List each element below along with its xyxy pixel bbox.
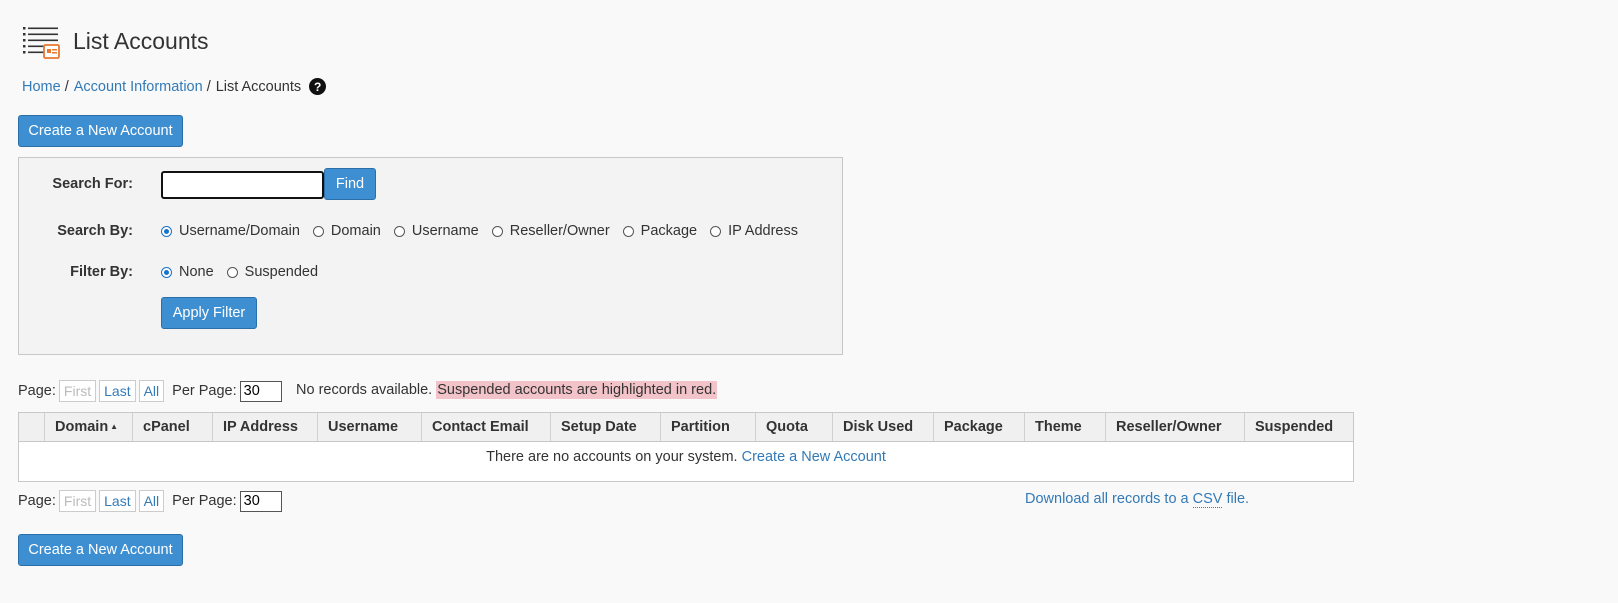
- suspended-highlight-note: Suspended accounts are highlighted in re…: [436, 381, 718, 399]
- radio-checked[interactable]: [161, 266, 172, 278]
- column-header-disk-used[interactable]: Disk Used: [832, 413, 933, 441]
- pager-first-button: First: [58, 490, 97, 512]
- search-by-package[interactable]: Package: [622, 223, 697, 239]
- search-input[interactable]: [161, 171, 324, 199]
- filter-by-label: Filter By:: [70, 264, 133, 280]
- column-header-username[interactable]: Username: [317, 413, 421, 441]
- empty-table-text: There are no accounts on your system.: [486, 449, 738, 465]
- column-header-ip-address[interactable]: IP Address: [212, 413, 317, 441]
- breadcrumb: Home / Account Information / List Accoun…: [22, 78, 327, 95]
- search-for-label: Search For:: [52, 176, 133, 192]
- list-accounts-icon: [22, 24, 62, 62]
- table-header: Domain ▲ cPanel IP Address Username Conta…: [19, 413, 1353, 442]
- column-header-suspended[interactable]: Suspended: [1244, 413, 1352, 441]
- pager-bottom: Page: First Last All Per Page:: [18, 490, 282, 512]
- radio[interactable]: [312, 225, 324, 237]
- pager-last-button[interactable]: Last: [99, 380, 136, 402]
- per-page-input[interactable]: [239, 490, 282, 512]
- column-header-partition[interactable]: Partition: [660, 413, 755, 441]
- per-page-label: Per Page:: [172, 493, 237, 509]
- pager-last-button[interactable]: Last: [99, 490, 136, 512]
- radio[interactable]: [710, 225, 722, 237]
- search-by-username-domain[interactable]: Username/Domain: [161, 223, 300, 239]
- accounts-table: Domain ▲ cPanel IP Address Username Conta…: [18, 412, 1354, 482]
- create-account-button-top[interactable]: Create a New Account: [18, 115, 183, 147]
- column-header-select: [19, 413, 44, 441]
- search-panel: Search For: Find Search By: Username/Dom…: [18, 157, 843, 355]
- column-header-domain[interactable]: Domain ▲: [44, 413, 132, 441]
- pager-all-button[interactable]: All: [138, 490, 165, 512]
- radio[interactable]: [491, 225, 503, 237]
- breadcrumb-account-information-link[interactable]: Account Information: [74, 79, 203, 95]
- radio-checked[interactable]: [161, 225, 172, 237]
- page-label: Page:: [18, 493, 56, 509]
- radio[interactable]: [393, 225, 405, 237]
- radio[interactable]: [226, 266, 238, 278]
- radio[interactable]: [622, 225, 634, 237]
- pager-first-button: First: [58, 380, 97, 402]
- per-page-input[interactable]: [239, 380, 282, 402]
- no-records-text: No records available.: [296, 382, 433, 398]
- breadcrumb-separator: /: [64, 78, 69, 95]
- filter-by-suspended[interactable]: Suspended: [226, 264, 318, 280]
- column-header-contact-email[interactable]: Contact Email: [421, 413, 550, 441]
- pager-all-button[interactable]: All: [138, 380, 165, 402]
- search-by-reseller-owner[interactable]: Reseller/Owner: [491, 223, 610, 239]
- filter-by-radio-group: None Suspended: [161, 264, 331, 280]
- apply-filter-button[interactable]: Apply Filter: [161, 297, 257, 329]
- find-button[interactable]: Find: [324, 168, 376, 200]
- search-by-label: Search By:: [57, 223, 133, 239]
- search-by-radio-group: Username/Domain Domain Username Reseller…: [161, 223, 811, 239]
- column-header-setup-date[interactable]: Setup Date: [550, 413, 660, 441]
- breadcrumb-current: List Accounts: [215, 78, 302, 95]
- empty-table-row: There are no accounts on your system. Cr…: [19, 442, 1353, 480]
- records-notice: No records available. Suspended accounts…: [296, 381, 718, 399]
- column-header-reseller-owner[interactable]: Reseller/Owner: [1105, 413, 1244, 441]
- create-account-button-bottom[interactable]: Create a New Account: [18, 534, 183, 566]
- breadcrumb-home-link[interactable]: Home: [22, 79, 61, 95]
- help-icon[interactable]: ?: [309, 78, 327, 95]
- download-csv-link[interactable]: Download all records to a CSV file.: [1025, 491, 1249, 508]
- filter-by-none[interactable]: None: [161, 264, 214, 280]
- per-page-label: Per Page:: [172, 383, 237, 399]
- column-header-cpanel[interactable]: cPanel: [132, 413, 212, 441]
- breadcrumb-separator: /: [206, 78, 211, 95]
- search-by-username[interactable]: Username: [393, 223, 479, 239]
- page-title: List Accounts: [73, 28, 209, 54]
- column-header-theme[interactable]: Theme: [1024, 413, 1105, 441]
- sort-ascending-icon: ▲: [110, 422, 119, 431]
- pager-top: Page: First Last All Per Page:: [18, 380, 282, 402]
- page-label: Page:: [18, 383, 56, 399]
- search-by-domain[interactable]: Domain: [312, 223, 381, 239]
- csv-abbr: CSV: [1192, 491, 1223, 508]
- column-header-quota[interactable]: Quota: [755, 413, 832, 441]
- empty-table-create-link[interactable]: Create a New Account: [742, 449, 886, 465]
- page-header: List Accounts: [22, 24, 209, 62]
- column-header-package[interactable]: Package: [933, 413, 1024, 441]
- search-by-ip-address[interactable]: IP Address: [710, 223, 798, 239]
